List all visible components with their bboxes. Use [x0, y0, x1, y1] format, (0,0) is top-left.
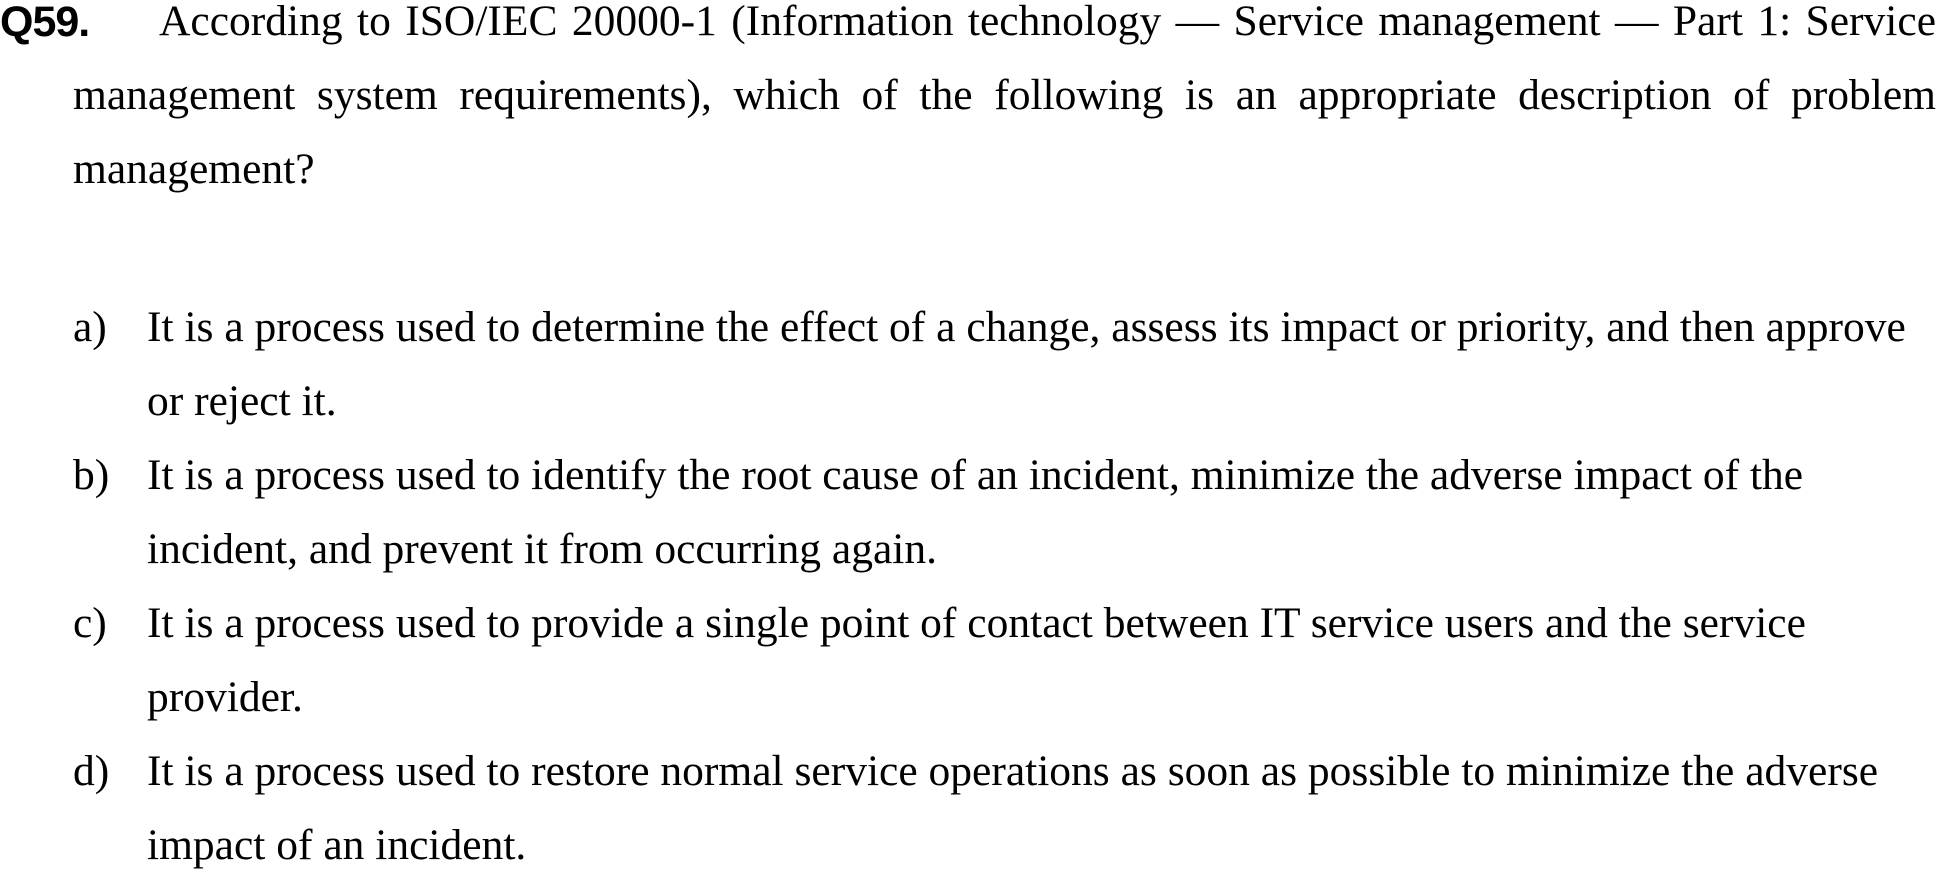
option-b: b) It is a process used to identify the …: [0, 438, 1936, 586]
option-label: a): [73, 303, 107, 351]
option-text: It is a process used to identify the roo…: [147, 451, 1804, 573]
option-c: c) It is a process used to provide a sin…: [0, 586, 1936, 734]
option-text: It is a process used to provide a single…: [147, 599, 1806, 721]
option-text: It is a process used to restore normal s…: [147, 747, 1879, 869]
option-label: d): [73, 747, 110, 795]
question-text: According to ISO/IEC 20000-1 (Informatio…: [73, 0, 1936, 193]
option-label: c): [73, 599, 107, 647]
option-text: It is a process used to determine the ef…: [147, 303, 1906, 425]
option-label: b): [73, 451, 110, 499]
option-d: d) It is a process used to restore norma…: [0, 734, 1936, 882]
answer-options: a) It is a process used to determine the…: [0, 290, 1936, 882]
option-a: a) It is a process used to determine the…: [0, 290, 1936, 438]
